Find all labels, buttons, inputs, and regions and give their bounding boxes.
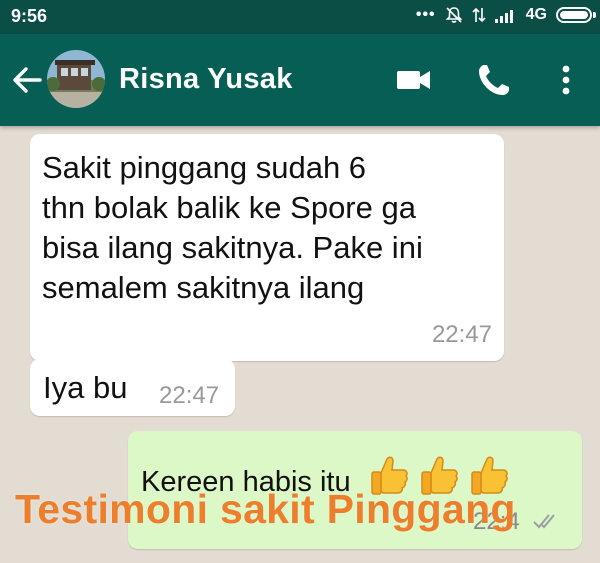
more-options-icon[interactable] — [546, 60, 586, 100]
battery-icon — [556, 7, 596, 23]
incoming-message[interactable]: Sakit pinggang sudah 6 thn bolak balik k… — [30, 134, 504, 361]
chat-header: Risna Yusak — [0, 34, 600, 126]
status-bar: 9:56 ••• 4G — [0, 0, 600, 34]
message-line: Sakit pinggang sudah 6 — [42, 150, 367, 185]
message-line: semalem sakitnya ilang — [42, 270, 365, 305]
status-icons: ••• 4G — [415, 6, 596, 24]
message-line: bisa ilang sakitnya. Pake ini — [42, 230, 423, 265]
status-time: 9:56 — [11, 6, 48, 26]
back-arrow-icon[interactable] — [10, 58, 44, 102]
signal-icon — [494, 10, 513, 23]
network-type: 4G — [525, 6, 547, 23]
avatar[interactable] — [47, 50, 105, 108]
mute-icon — [445, 7, 463, 23]
notification-dots-icon: ••• — [415, 6, 436, 23]
message-time: 22:47 — [431, 321, 492, 348]
watermark-caption: Testimoni sakit Pinggang — [15, 486, 516, 532]
contact-name[interactable]: Risna Yusak — [119, 63, 293, 96]
read-double-tick-icon — [533, 514, 555, 529]
message-line: thn bolak balik ke Spore ga — [42, 190, 416, 225]
incoming-message[interactable]: Iya bu 22:47 — [30, 359, 235, 416]
message-time: 22:47 — [159, 382, 220, 409]
video-call-icon[interactable] — [394, 60, 434, 100]
data-arrows-icon — [472, 7, 486, 23]
message-text: Iya bu — [43, 370, 128, 405]
message-text: Sakit pinggang sudah 6 thn bolak balik k… — [42, 148, 482, 308]
voice-call-icon[interactable] — [474, 60, 514, 100]
